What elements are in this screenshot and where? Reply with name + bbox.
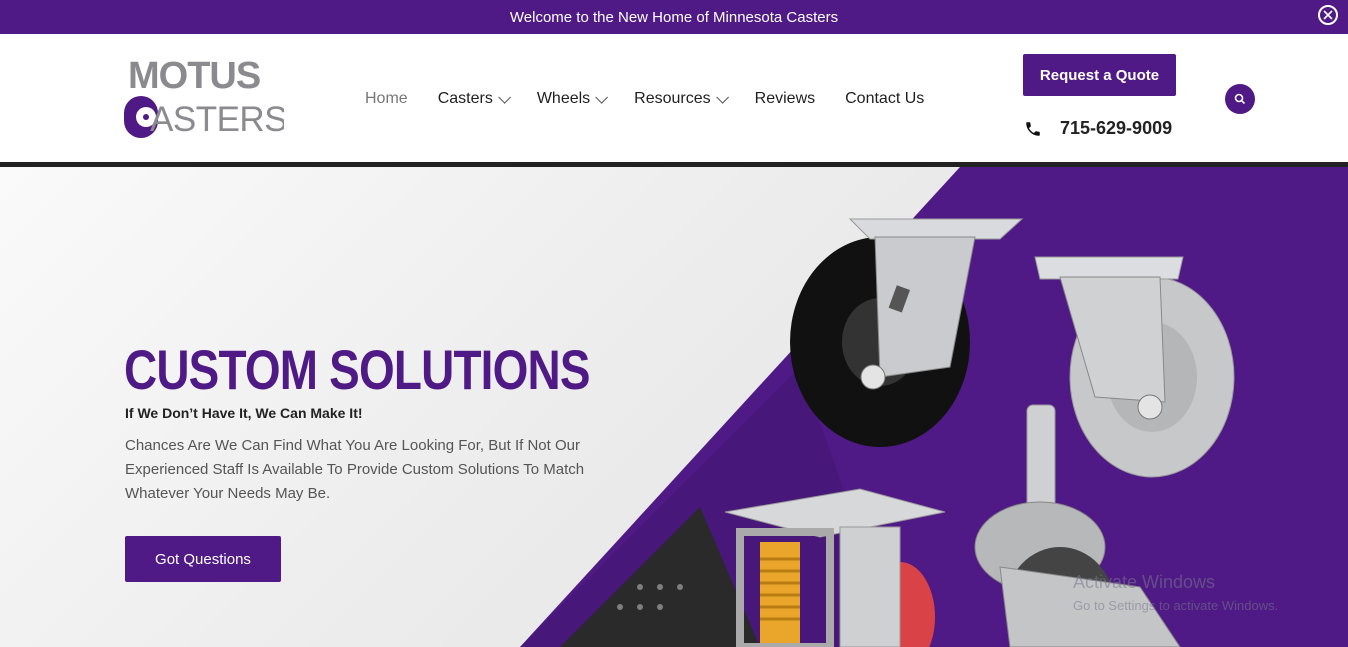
- nav-item-contact-us[interactable]: Contact Us: [845, 90, 924, 108]
- got-questions-button[interactable]: Got Questions: [125, 536, 281, 582]
- hero-body: Chances Are We Can Find What You Are Loo…: [125, 437, 585, 502]
- site-header: MOTUS ASTERS Home Casters Wheels Resourc…: [0, 34, 1348, 162]
- nav-label: Reviews: [754, 90, 816, 107]
- search-button[interactable]: [1225, 84, 1255, 114]
- chevron-down-icon: [498, 90, 511, 104]
- chevron-down-icon: [715, 90, 729, 104]
- nav-item-resources[interactable]: Resources: [634, 90, 729, 108]
- request-quote-button[interactable]: Request a Quote: [1023, 54, 1176, 96]
- hero-subtitle: If We Don’t Have It, We Can Make It!: [125, 405, 363, 421]
- nav-item-wheels[interactable]: Wheels: [536, 90, 609, 108]
- hero-title: CUSTOM SOLUTIONS: [124, 338, 590, 401]
- nav-label: Home: [365, 90, 408, 107]
- main-nav: Home Casters Wheels Resources Reviews Co…: [365, 90, 954, 108]
- chevron-down-icon: [595, 90, 609, 104]
- nav-item-casters[interactable]: Casters: [437, 90, 511, 108]
- nav-label: Wheels: [536, 90, 591, 107]
- announcement-bar: Welcome to the New Home of Minnesota Cas…: [0, 0, 1348, 34]
- close-icon[interactable]: [1318, 5, 1338, 25]
- logo-line1: MOTUS: [128, 56, 260, 97]
- phone-icon: [1026, 121, 1040, 136]
- nav-item-reviews[interactable]: Reviews: [755, 90, 815, 108]
- os-watermark-title: Activate Windows: [1073, 572, 1216, 592]
- nav-label: Contact Us: [845, 90, 925, 107]
- nav-label: Resources: [634, 90, 711, 107]
- search-icon: [1234, 93, 1246, 105]
- os-watermark-subtitle: Go to Settings to activate Windows.: [1073, 598, 1279, 613]
- nav-item-home[interactable]: Home: [365, 90, 408, 108]
- nav-label: Casters: [437, 90, 493, 107]
- logo[interactable]: MOTUS ASTERS: [124, 55, 288, 140]
- phone-number: 715-629-9009: [1060, 118, 1173, 138]
- hero-section: CUSTOM SOLUTIONS If We Don’t Have It, We…: [0, 167, 1348, 647]
- announcement-text: Welcome to the New Home of Minnesota Cas…: [509, 8, 839, 26]
- logo-line2: ASTERS: [150, 100, 284, 139]
- phone-link[interactable]: 715-629-9009: [1024, 118, 1172, 139]
